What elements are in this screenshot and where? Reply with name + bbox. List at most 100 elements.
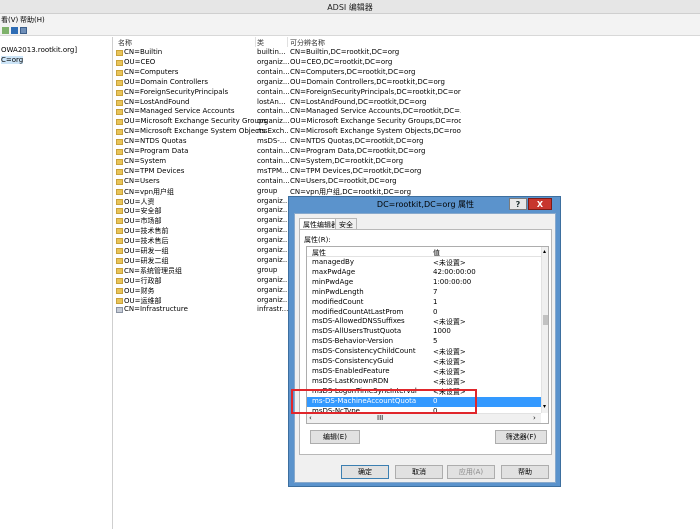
list-item[interactable]: CN=LostAndFound lostAn... CN=LostAndFound,… <box>114 98 700 108</box>
list-item-name: CN=ForeignSecurityPrincipals <box>124 87 229 96</box>
attributes-label: 属性(R): <box>304 236 331 244</box>
scroll-thumb[interactable] <box>543 315 548 325</box>
list-item[interactable]: CN=Program Data contain... CN=Program Data… <box>114 147 700 157</box>
folder-icon <box>116 277 123 284</box>
menu-help[interactable]: 帮助(H) <box>20 15 45 25</box>
scroll-thumb-label[interactable]: III <box>377 414 383 422</box>
grid-col-value[interactable]: 值 <box>433 248 440 258</box>
grid-row[interactable]: modifiedCountAtLastProm 0 <box>307 308 541 318</box>
folder-icon <box>116 79 123 86</box>
list-item[interactable]: CN=Microsoft Exchange System Objects msEx… <box>114 127 700 137</box>
list-item-name: OU=Microsoft Exchange Security Groups <box>124 117 267 126</box>
list-item[interactable]: CN=Users contain... CN=Users,DC=rootkit,DC… <box>114 177 700 187</box>
list-item-dn: OU=Microsoft Exchange Security Groups,DC… <box>290 117 461 126</box>
list-item[interactable]: CN=Builtin builtin... CN=Builtin,DC=rootki… <box>114 48 700 58</box>
cancel-button[interactable]: 取消 <box>395 465 443 479</box>
list-item[interactable]: CN=NTDS Quotas msDS-... CN=NTDS Quotas,DC=… <box>114 137 700 147</box>
list-item-class: contain... <box>257 156 289 165</box>
grid-attr-name: msDS-AllowedDNSSuffixes <box>312 317 405 326</box>
scroll-up-icon[interactable]: ▴ <box>543 248 546 255</box>
filter-button[interactable]: 筛选器(F) <box>495 430 547 444</box>
grid-row[interactable]: minPwdAge 1:00:00:00 <box>307 278 541 288</box>
list-item[interactable]: CN=TPM Devices msTPM... CN=TPM Devices,DC=… <box>114 167 700 177</box>
list-item-dn: OU=Domain Controllers,DC=rootkit,DC=org <box>290 77 445 86</box>
vertical-scrollbar[interactable]: ▴ ▾ <box>541 247 548 413</box>
grid-attr-value: 1000 <box>433 327 451 336</box>
menu-view[interactable]: 看(V) <box>1 15 18 25</box>
col-dn-header[interactable]: 可分辨名称 <box>290 38 325 48</box>
list-item-name: OU=技术售前 <box>124 227 169 236</box>
list-item-class: contain... <box>257 67 289 76</box>
list-item-dn: CN=Builtin,DC=rootkit,DC=org <box>290 48 400 56</box>
list-item-dn: CN=Users,DC=rootkit,DC=org <box>290 176 397 185</box>
dialog-body: 属性编辑器 安全 属性(R): 属性 值 managedBy <未设置> maxPw… <box>294 213 556 483</box>
list-header: 名称 类 可分辨名称 <box>114 37 700 47</box>
grid-row[interactable]: minPwdLength 7 <box>307 288 541 298</box>
tree-node-selected[interactable]: C=org <box>1 56 24 64</box>
list-item-name: OU=财务 <box>124 286 155 295</box>
grid-row[interactable]: msDS-ConsistencyGuid <未设置> <box>307 357 541 367</box>
list-item[interactable]: CN=Computers contain... CN=Computers,DC=ro… <box>114 68 700 78</box>
grid-attr-name: modifiedCount <box>312 297 364 306</box>
list-item-class: organiz... <box>257 117 289 126</box>
scroll-right-icon[interactable]: › <box>533 414 536 422</box>
list-item-class: msDS-... <box>257 137 287 146</box>
grid-attr-value: 42:00:00:00 <box>433 267 476 276</box>
list-item-name: OU=安全部 <box>124 207 162 216</box>
list-item-class: organiz... <box>257 246 289 254</box>
grid-attr-value: 0 <box>433 307 438 316</box>
edit-button[interactable]: 编辑(E) <box>310 430 360 444</box>
apply-button[interactable]: 应用(A) <box>447 465 495 479</box>
list-view-icon[interactable] <box>20 27 27 34</box>
col-class-header[interactable]: 类 <box>257 38 264 48</box>
folder-icon <box>116 287 123 294</box>
grid-row[interactable]: managedBy <未设置> <box>307 258 541 268</box>
ok-button[interactable]: 确定 <box>341 465 389 479</box>
list-item[interactable]: OU=CEO organiz... OU=CEO,DC=rootkit,DC=org <box>114 58 700 68</box>
tab-security[interactable]: 安全 <box>335 218 357 229</box>
folder-icon <box>116 59 123 66</box>
folder-icon <box>116 168 123 175</box>
list-item-dn: CN=Managed Service Accounts,DC=rootkit,D… <box>290 107 461 116</box>
grid-row[interactable]: msDS-EnabledFeature <未设置> <box>307 367 541 377</box>
grid-col-attribute[interactable]: 属性 <box>312 248 326 258</box>
grid-row[interactable]: msDS-LastKnownRDN <未设置> <box>307 377 541 387</box>
list-item-name: CN=Users <box>124 176 160 185</box>
grid-row[interactable]: msDS-ConsistencyChildCount <未设置> <box>307 347 541 357</box>
window-titlebar: ADSI 编辑器 <box>0 0 700 14</box>
grid-row[interactable]: msDS-Behavior-Version 5 <box>307 337 541 347</box>
list-item-name: CN=Computers <box>124 67 179 76</box>
list-item[interactable]: CN=System contain... CN=System,DC=rootkit,… <box>114 157 700 167</box>
list-item[interactable]: OU=Microsoft Exchange Security Groups org… <box>114 117 700 127</box>
grid-row[interactable]: maxPwdAge 42:00:00:00 <box>307 268 541 278</box>
grid-attr-name: msDS-Behavior-Version <box>312 337 394 346</box>
annotation-highlight-box <box>291 389 477 414</box>
list-item-name: CN=Infrastructure <box>124 305 188 314</box>
horizontal-scrollbar[interactable]: ‹ III › <box>307 413 541 423</box>
list-item-class: organiz... <box>257 196 289 205</box>
col-name-header[interactable]: 名称 <box>118 38 132 48</box>
scroll-down-icon[interactable]: ▾ <box>543 403 546 410</box>
help-icon[interactable]: ? <box>509 198 527 210</box>
folder-icon <box>116 89 123 96</box>
list-item[interactable]: OU=Domain Controllers organiz... OU=Domain… <box>114 78 700 88</box>
grid-row[interactable]: msDS-AllUsersTrustQuota 1000 <box>307 327 541 337</box>
grid-attr-name: msDS-EnabledFeature <box>312 366 390 375</box>
help-button[interactable]: 帮助 <box>501 465 549 479</box>
back-icon[interactable] <box>2 27 9 34</box>
scroll-left-icon[interactable]: ‹ <box>309 414 312 422</box>
tree-node-connection[interactable]: OWA2013.rootkit.org] <box>1 46 77 54</box>
folder-icon <box>116 50 123 56</box>
list-item-name: OU=行政部 <box>124 276 162 285</box>
grid-row[interactable]: modifiedCount 1 <box>307 298 541 308</box>
list-item[interactable]: CN=ForeignSecurityPrincipals contain... CN… <box>114 88 700 98</box>
list-item-class: builtin... <box>257 48 286 56</box>
list-item-class: organiz... <box>257 77 289 86</box>
grid-attr-value: <未设置> <box>433 367 466 376</box>
list-item-class: organiz... <box>257 236 289 245</box>
list-item[interactable]: CN=Managed Service Accounts contain... CN=… <box>114 107 700 117</box>
grid-attr-name: minPwdAge <box>312 277 354 286</box>
grid-row[interactable]: msDS-AllowedDNSSuffixes <未设置> <box>307 317 541 327</box>
properties-icon[interactable] <box>11 27 18 34</box>
close-icon[interactable]: X <box>528 198 552 210</box>
